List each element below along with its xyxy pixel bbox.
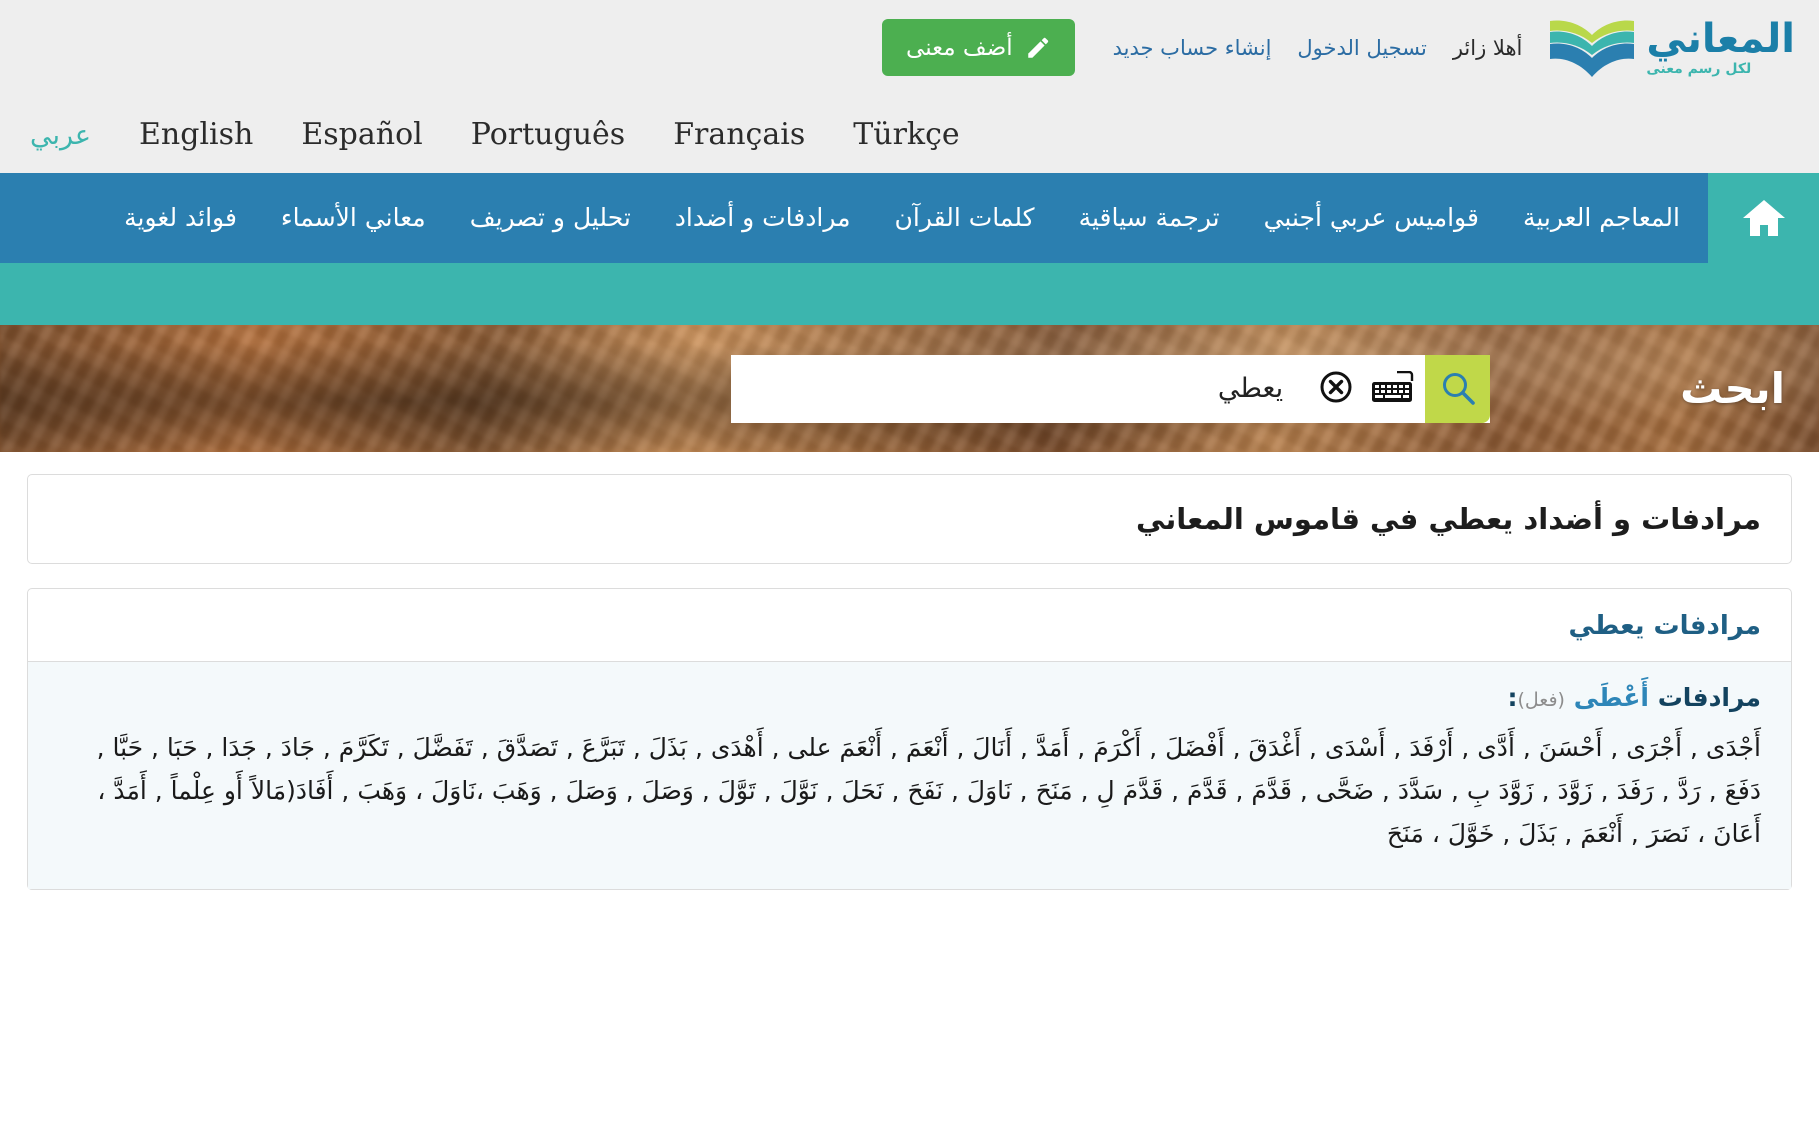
page-title-panel: مرادفات و أضداد يعطي في قاموس المعاني [27,474,1792,564]
nav-accent-strip [0,263,1819,325]
main-navigation: المعاجم العربية قواميس عربي أجنبي ترجمة … [0,173,1819,325]
magnifier-icon [1439,370,1477,408]
language-item-portuguese[interactable]: Português [447,117,649,152]
nav-items: المعاجم العربية قواميس عربي أجنبي ترجمة … [0,173,1708,263]
language-item-arabic[interactable]: عربي [0,120,115,151]
top-utility-bar: المعاني لكل رسم معنى أهلا زائر تسجيل الد… [0,0,1819,95]
language-list: عربي English Español Português Français … [0,117,1006,152]
pencil-icon [1025,35,1051,61]
language-item-english[interactable]: English [115,117,277,152]
search-box [731,354,1491,423]
search-hero: ابحث [0,325,1819,452]
part-of-speech: (فعل) [1517,689,1565,711]
search-input[interactable] [731,354,1312,423]
nav-item-analysis-conjugation[interactable]: تحليل و تصريف [448,173,653,263]
site-brand[interactable]: المعاني لكل رسم معنى [1548,15,1796,81]
nav-item-arabic-dictionaries[interactable]: المعاجم العربية [1501,173,1702,263]
add-meaning-label: أضف معنى [906,34,1013,61]
register-link[interactable]: إنشاء حساب جديد [1113,36,1272,60]
clear-circle-icon[interactable] [1311,370,1361,408]
language-bar: عربي English Español Português Français … [0,95,1819,173]
brand-title: المعاني [1646,16,1796,62]
synonyms-heading-suffix: : [1507,683,1518,712]
add-meaning-button[interactable]: أضف معنى [882,19,1075,76]
search-hero-label: ابحث [1680,364,1785,413]
login-link[interactable]: تسجيل الدخول [1297,36,1426,60]
synonyms-heading-prefix: مرادفات [1648,683,1761,712]
language-item-spanish[interactable]: Español [277,117,446,152]
section-title: مرادفات يعطي [1568,611,1761,641]
synonyms-panel-body: مرادفات أَعْطَى (فعل): أَجْدَى , أَجْرَى… [28,662,1791,889]
language-item-french[interactable]: Français [649,117,829,152]
synonyms-word-list: أَجْدَى , أَجْرَى , أَحْسَنَ , أَدَّى , … [96,733,1761,848]
nav-item-contextual-translation[interactable]: ترجمة سياقية [1057,173,1242,263]
open-book-logo-icon [1548,15,1636,81]
brand-text: المعاني لكل رسم معنى [1646,16,1796,77]
page-title: مرادفات و أضداد يعطي في قاموس المعاني [1136,502,1761,536]
nav-item-synonyms-antonyms[interactable]: مرادفات و أضداد [653,173,873,263]
synonyms-panel: مرادفات يعطي مرادفات أَعْطَى (فعل): أَجْ… [27,588,1792,890]
brand-subtitle: لكل رسم معنى [1646,61,1752,77]
nav-item-bilingual-dictionaries[interactable]: قواميس عربي أجنبي [1242,173,1501,263]
language-item-turkish[interactable]: Türkçe [829,117,983,152]
synonyms-lemma-link[interactable]: أَعْطَى [1574,683,1649,712]
nav-item-quran-words[interactable]: كلمات القرآن [873,173,1057,263]
search-submit-button[interactable] [1425,354,1491,423]
synonyms-entry-heading: مرادفات أَعْطَى (فعل): [58,683,1762,712]
synonyms-panel-header: مرادفات يعطي [28,589,1791,662]
main-content: مرادفات و أضداد يعطي في قاموس المعاني مر… [0,452,1819,890]
nav-home-button[interactable] [1708,173,1819,263]
greeting-text: أهلا زائر [1452,35,1523,60]
nav-item-name-meanings[interactable]: معاني الأسماء [259,173,448,263]
keyboard-icon[interactable] [1361,370,1425,407]
nav-bar: المعاجم العربية قواميس عربي أجنبي ترجمة … [0,173,1819,263]
home-icon [1742,198,1786,238]
nav-item-language-benefits[interactable]: فوائد لغوية [102,173,259,263]
